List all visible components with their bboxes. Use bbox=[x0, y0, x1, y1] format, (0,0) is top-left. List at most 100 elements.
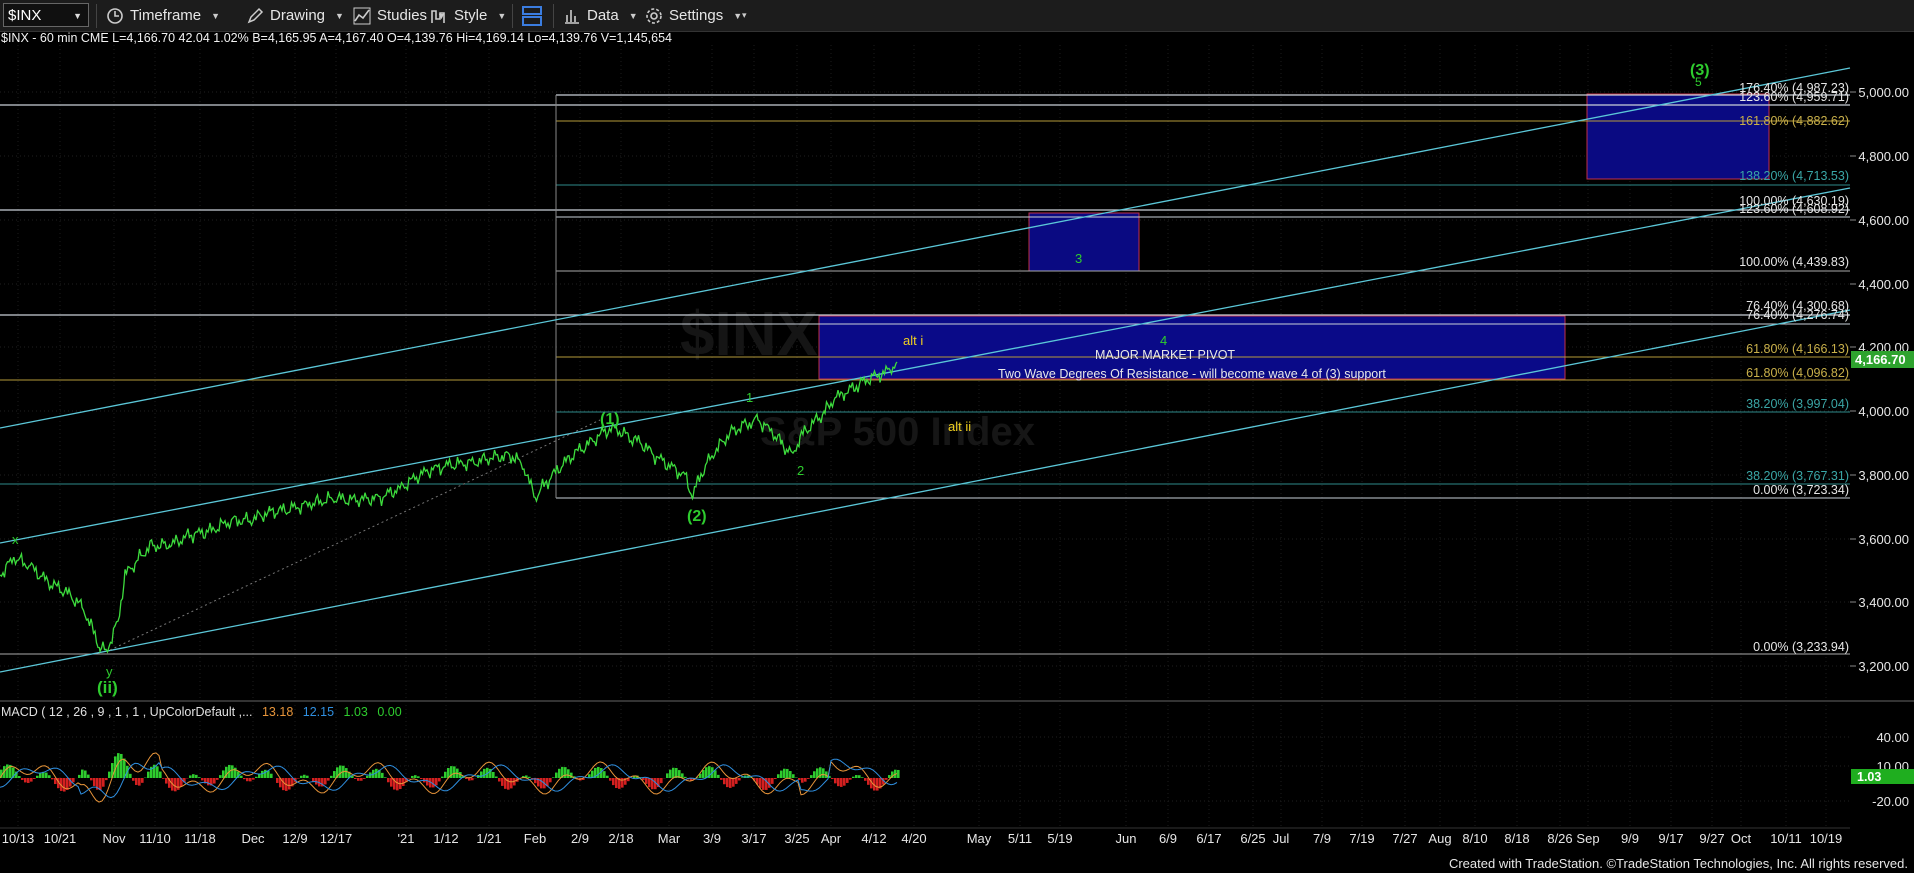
macd-histogram-bar bbox=[264, 769, 267, 778]
macd-histogram-bar bbox=[243, 778, 246, 780]
price-axis-label: 3,400.00 bbox=[1858, 595, 1909, 610]
wave-label-2-small: 2 bbox=[797, 463, 804, 478]
macd-histogram-bar bbox=[288, 778, 291, 790]
macd-histogram-bar bbox=[141, 778, 144, 783]
macd-histogram-bar bbox=[741, 777, 744, 778]
macd-histogram-bar bbox=[129, 773, 132, 778]
time-axis-label: Mar bbox=[658, 831, 681, 846]
time-axis-label: Jul bbox=[1273, 831, 1290, 846]
wave-label-alt-i: alt i bbox=[903, 333, 923, 348]
time-axis-label: 10/21 bbox=[44, 831, 77, 846]
macd-histogram-bar bbox=[360, 778, 363, 781]
price-chart[interactable]: $INX S&P 500 Index (3) 5 3 4 MAJOR MARKE… bbox=[0, 0, 1914, 873]
macd-histogram-bar bbox=[864, 778, 867, 781]
macd-axis-label: 40.00 bbox=[1876, 730, 1909, 745]
macd-histogram-bar bbox=[843, 778, 846, 786]
price-axis-label: 3,800.00 bbox=[1858, 468, 1909, 483]
macd-histogram-bar bbox=[21, 778, 24, 780]
time-axis-label: 6/9 bbox=[1159, 831, 1177, 846]
pivot-title: MAJOR MARKET PIVOT bbox=[1095, 348, 1235, 362]
macd-histogram-bar bbox=[270, 773, 273, 778]
macd-histogram-bar bbox=[354, 778, 357, 779]
macd-histogram-bar bbox=[381, 772, 384, 778]
target-box-wave-3[interactable] bbox=[1028, 212, 1140, 272]
macd-value: 13.18 bbox=[261, 705, 294, 719]
macd-histogram-bar bbox=[852, 776, 855, 778]
time-axis-label: Dec bbox=[241, 831, 265, 846]
price-axis-label: 4,400.00 bbox=[1858, 277, 1909, 292]
fib-level-label: 61.80% (4,096.82) bbox=[1746, 366, 1849, 380]
macd-histogram-bar bbox=[84, 770, 87, 778]
macd-histogram-bar bbox=[660, 778, 663, 784]
pivot-subtitle: Two Wave Degrees Of Resistance - will be… bbox=[998, 367, 1386, 381]
macd-histogram-bar bbox=[30, 778, 33, 782]
macd-axis-label: -20.00 bbox=[1872, 794, 1909, 809]
time-axis-label: 7/27 bbox=[1392, 831, 1417, 846]
macd-histogram-bar bbox=[501, 778, 504, 786]
time-axis-label: 8/10 bbox=[1462, 831, 1487, 846]
time-axis-label: 8/18 bbox=[1504, 831, 1529, 846]
macd-histogram-bar bbox=[732, 778, 735, 787]
macd-histogram-bar bbox=[453, 766, 456, 778]
time-axis-label: 7/19 bbox=[1349, 831, 1374, 846]
last-price-label: 4,166.70 bbox=[1855, 352, 1906, 367]
fib-level-label: 100.00% (4,439.83) bbox=[1739, 255, 1849, 269]
macd-histogram-bar bbox=[363, 778, 366, 779]
time-axis: 10/13 10/21 Nov 11/10 11/18 Dec 12/9 12/17 '21 1/… bbox=[2, 831, 1843, 846]
time-axis-label: 6/25 bbox=[1240, 831, 1265, 846]
macd-histogram-bar bbox=[441, 776, 444, 778]
macd-histogram-bar bbox=[147, 771, 150, 778]
fib-level-label: 38.20% (3,767.31) bbox=[1746, 469, 1849, 483]
macd-histogram-bar bbox=[684, 776, 687, 778]
fib-level-label: 61.80% (4,166.13) bbox=[1746, 342, 1849, 356]
time-axis-label: Nov bbox=[102, 831, 126, 846]
macd-histogram-bar bbox=[444, 771, 447, 778]
macd-histogram-bar bbox=[837, 778, 840, 787]
macd-histogram-bar bbox=[606, 775, 609, 778]
macd-histogram-bar bbox=[297, 778, 300, 779]
macd-histogram-bar bbox=[174, 778, 177, 792]
macd-histogram-bar bbox=[831, 778, 834, 780]
macd-histogram-bar bbox=[72, 778, 75, 783]
macd-histogram bbox=[0, 753, 900, 792]
macd-histogram-bar bbox=[207, 778, 210, 786]
macd-histogram-bar bbox=[93, 778, 96, 786]
macd-histogram-bar bbox=[384, 777, 387, 778]
wave-label-y: y bbox=[106, 664, 113, 679]
macd-histogram-bar bbox=[108, 771, 111, 778]
macd-histogram-bar bbox=[267, 770, 270, 778]
macd-histogram-bar bbox=[603, 771, 606, 778]
macd-histogram-bar bbox=[558, 768, 561, 778]
macd-histogram-bar bbox=[390, 778, 393, 787]
time-axis-label: 1/12 bbox=[433, 831, 458, 846]
macd-histogram-bar bbox=[792, 774, 795, 778]
macd-histogram-bar bbox=[480, 771, 483, 778]
macd-histogram-bar bbox=[135, 778, 138, 785]
macd-histogram-bar bbox=[303, 774, 306, 778]
macd-histogram-bar bbox=[138, 778, 141, 786]
macd-histogram-bar bbox=[621, 778, 624, 788]
macd-histogram-bar bbox=[645, 778, 648, 784]
macd-histogram-bar bbox=[105, 778, 108, 781]
time-axis-label: Apr bbox=[821, 831, 842, 846]
time-axis-label: 10/11 bbox=[1770, 831, 1802, 846]
macd-histogram-bar bbox=[723, 778, 726, 785]
macd-histogram-bar bbox=[36, 775, 39, 778]
macd-histogram-bar bbox=[783, 768, 786, 778]
wave-label-x: x bbox=[12, 532, 19, 547]
time-axis-label: 12/9 bbox=[282, 831, 307, 846]
time-axis-label: Sep bbox=[1576, 831, 1599, 846]
time-axis-label: 7/9 bbox=[1313, 831, 1331, 846]
target-box-wave-3-of-3[interactable] bbox=[1586, 93, 1770, 180]
macd-histogram-bar bbox=[498, 778, 501, 782]
fib-level-label: 0.00% (3,723.34) bbox=[1753, 483, 1849, 497]
macd-histogram-bar bbox=[345, 768, 348, 778]
macd-histogram-bar bbox=[282, 778, 285, 791]
macd-histogram-bar bbox=[810, 775, 813, 778]
macd-histogram-bar bbox=[45, 772, 48, 778]
time-axis-label: 2/18 bbox=[608, 831, 633, 846]
copyright-footer: Created with TradeStation. ©TradeStation… bbox=[1448, 856, 1908, 871]
macd-histogram-bar bbox=[339, 765, 342, 778]
macd-histogram-bar bbox=[63, 778, 66, 792]
macd-histogram-bar bbox=[366, 775, 369, 778]
